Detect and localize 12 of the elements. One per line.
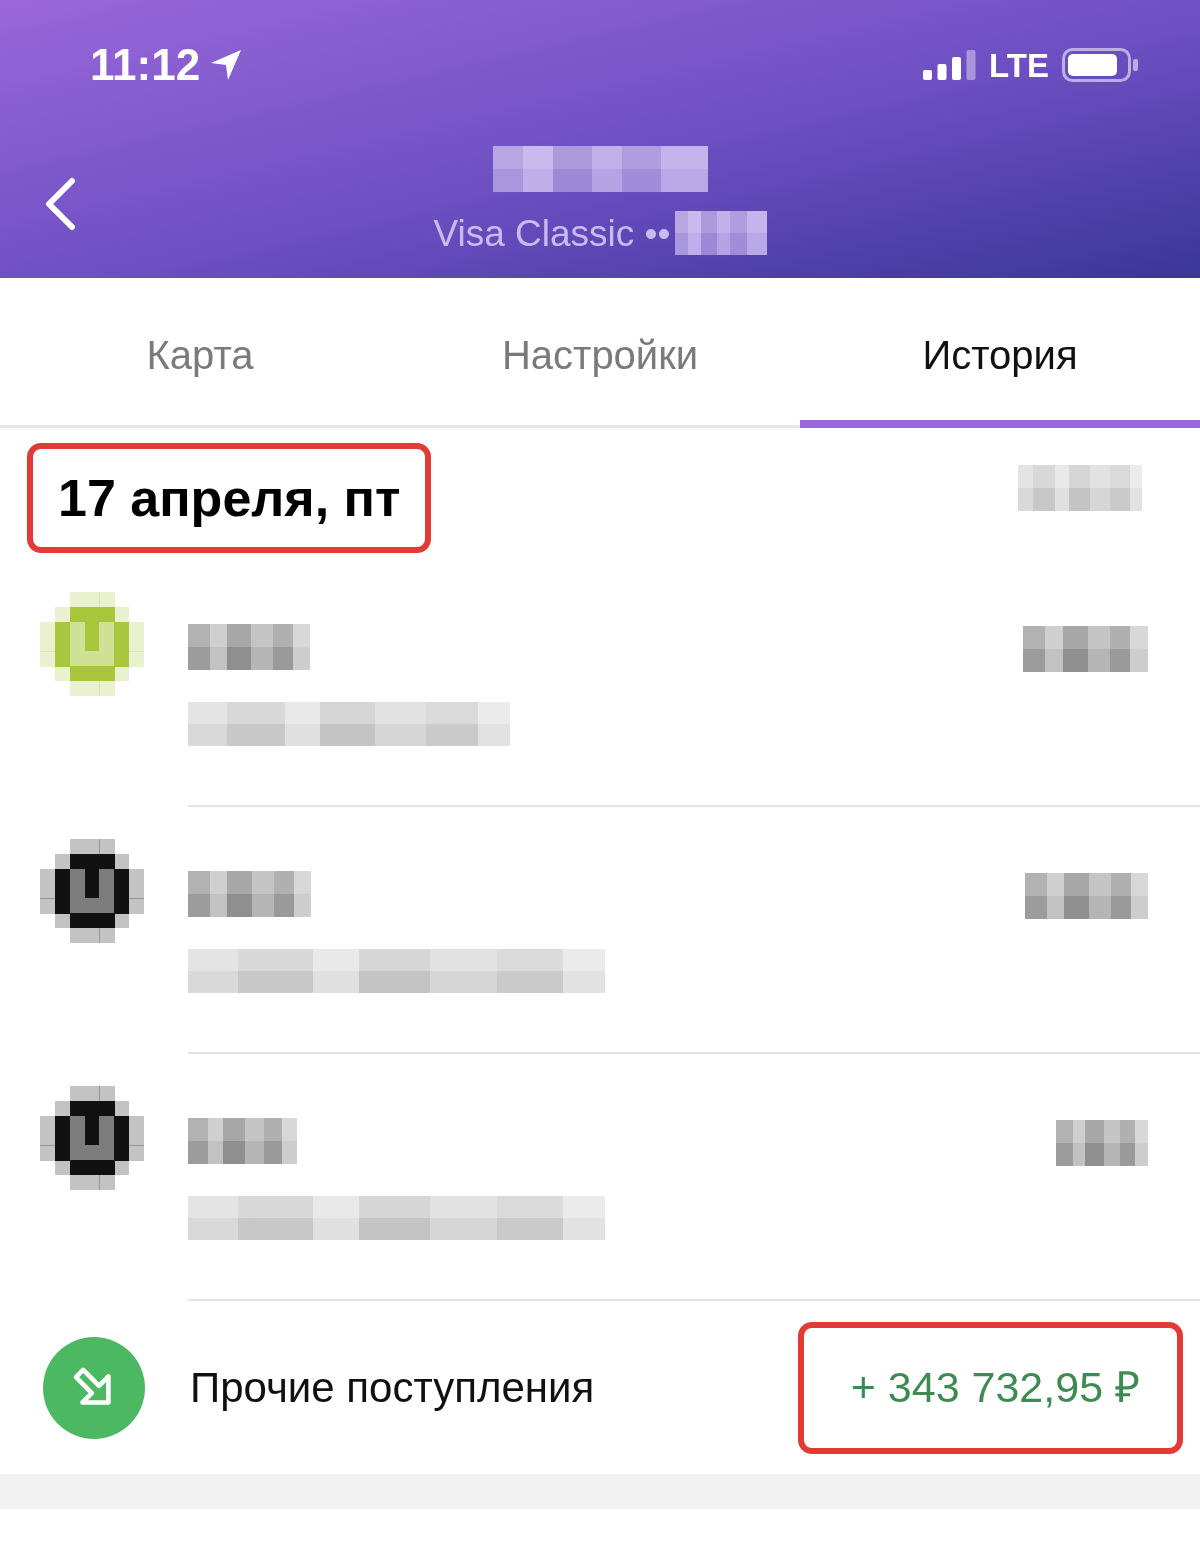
network-type: LTE <box>989 48 1049 82</box>
arrow-down-right-icon <box>43 1336 145 1439</box>
tab[interactable]: Настройки <box>400 278 800 428</box>
tab[interactable]: История <box>800 278 1200 428</box>
tab[interactable]: Карта <box>0 278 400 428</box>
card-subtitle: Visa Classic •• <box>433 214 671 252</box>
transaction-amount: + 343 732,95 ₽ <box>850 1366 1140 1409</box>
signal-icon <box>923 50 977 80</box>
battery-icon <box>1062 48 1138 82</box>
location-arrow-icon <box>210 49 243 81</box>
transaction-title: Прочие поступления <box>190 1366 596 1409</box>
status-time: 11:12 <box>90 43 201 87</box>
